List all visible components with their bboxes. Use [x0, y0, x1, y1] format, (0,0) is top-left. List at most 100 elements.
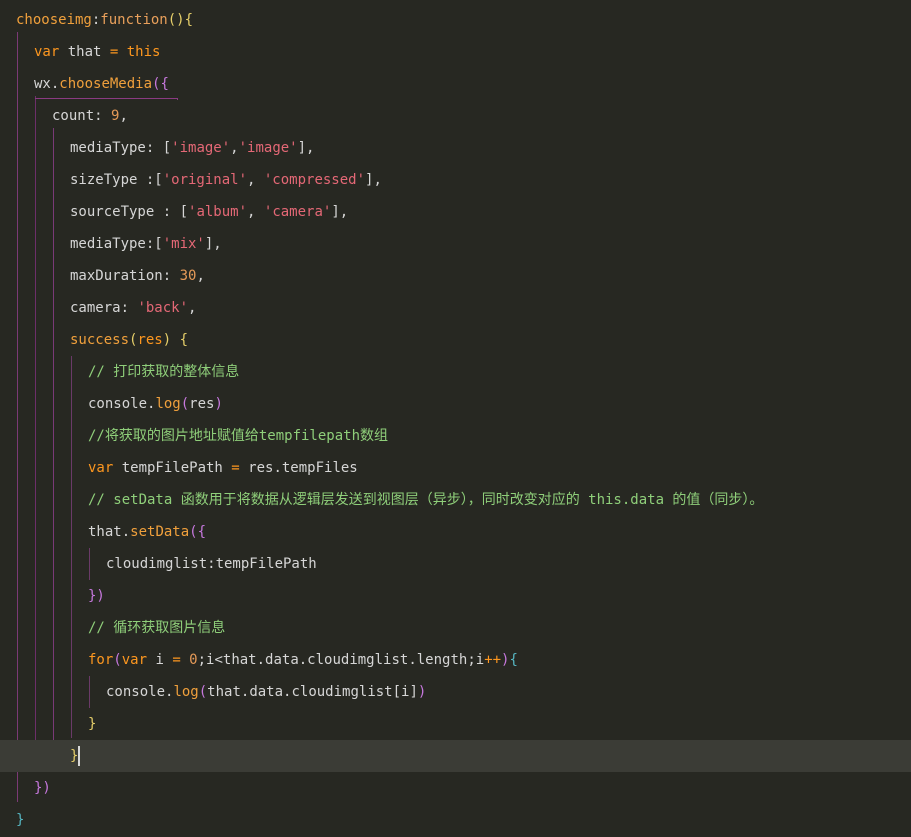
code-token: sizeType :[ — [70, 172, 163, 188]
code-token: res — [137, 332, 163, 348]
code-token: success — [70, 332, 130, 348]
line-code: // 循环获取图片信息 — [88, 612, 225, 644]
code-token: { — [179, 332, 189, 348]
code-line[interactable]: }) — [0, 772, 911, 804]
text-caret — [78, 746, 80, 766]
code-token: = — [231, 460, 249, 476]
code-line[interactable]: mediaType: ['image','image'], — [0, 132, 911, 164]
code-token: chooseimg — [16, 12, 92, 28]
line-code: mediaType:['mix'], — [70, 228, 222, 260]
code-token: camera: — [70, 300, 138, 316]
code-token: ++ — [484, 652, 502, 668]
code-token: count: — [52, 108, 112, 124]
code-line[interactable]: }) — [0, 580, 911, 612]
code-line[interactable]: wx.chooseMedia({ — [0, 68, 911, 100]
line-code: wx.chooseMedia({ — [34, 68, 169, 100]
code-token: } — [16, 812, 25, 828]
code-token: // setData 函数用于将数据从逻辑层发送到视图层（异步），同时改变对应的… — [88, 492, 764, 508]
line-code: var tempFilePath = res.tempFiles — [88, 452, 358, 484]
code-token: that. — [88, 524, 131, 540]
code-token: 'mix' — [162, 236, 205, 252]
line-code: var that = this — [34, 36, 160, 68]
code-line[interactable]: console.log(that.data.cloudimglist[i]) — [0, 676, 911, 708]
line-code: cloudimglist:tempFilePath — [106, 548, 317, 580]
line-code: maxDuration: 30, — [70, 260, 205, 292]
code-line[interactable]: // setData 函数用于将数据从逻辑层发送到视图层（异步），同时改变对应的… — [0, 484, 911, 516]
code-token: }) — [88, 588, 105, 604]
code-token: ( — [198, 684, 208, 700]
line-code: camera: 'back', — [70, 292, 196, 324]
code-token: { — [184, 12, 194, 28]
code-token: , — [196, 268, 205, 284]
code-token: ], — [365, 172, 382, 188]
code-token: 'image' — [171, 140, 231, 156]
code-line[interactable]: success(res) { — [0, 324, 911, 356]
code-line[interactable]: sizeType :['original', 'compressed'], — [0, 164, 911, 196]
code-token: , — [230, 140, 239, 156]
code-token: , — [247, 172, 264, 188]
code-token: ) — [417, 684, 427, 700]
code-token: // 循环获取图片信息 — [88, 620, 226, 636]
code-token: = — [109, 44, 127, 60]
code-line[interactable]: camera: 'back', — [0, 292, 911, 324]
code-line[interactable]: chooseimg:function(){ — [0, 4, 911, 36]
code-line[interactable]: sourceType : ['album', 'camera'], — [0, 196, 911, 228]
code-token: mediaType: [ — [70, 140, 172, 156]
code-line[interactable]: } — [0, 804, 911, 836]
code-token: ;i<that.data.cloudimglist.length;i — [197, 652, 485, 668]
code-token: ], — [204, 236, 222, 252]
code-token: , — [188, 300, 197, 316]
code-token: mediaType:[ — [70, 236, 163, 252]
code-token: console. — [88, 396, 156, 412]
line-code: for(var i = 0;i<that.data.cloudimglist.l… — [88, 644, 518, 676]
line-code: console.log(res) — [88, 388, 223, 420]
code-token: 'compressed' — [263, 172, 366, 188]
code-token: this — [126, 44, 161, 60]
line-code: } — [88, 708, 96, 740]
code-line-active[interactable]: } — [0, 740, 911, 772]
code-token: maxDuration: — [70, 268, 180, 284]
code-token: ( — [113, 652, 122, 668]
code-line[interactable]: maxDuration: 30, — [0, 260, 911, 292]
line-code: sizeType :['original', 'compressed'], — [70, 164, 382, 196]
code-line[interactable]: //将获取的图片地址赋值给tempfilepath数组 — [0, 420, 911, 452]
code-line[interactable]: for(var i = 0;i<that.data.cloudimglist.l… — [0, 644, 911, 676]
code-token: i — [155, 652, 173, 668]
code-editor[interactable]: chooseimg:function(){ var that = this wx… — [0, 0, 911, 837]
code-token: res — [189, 396, 215, 412]
line-code: }) — [88, 580, 105, 612]
code-line[interactable]: } — [0, 708, 911, 740]
line-code: }) — [34, 772, 51, 804]
line-code: console.log(that.data.cloudimglist[i]) — [106, 676, 426, 708]
code-token: , — [119, 108, 128, 124]
code-token: tempFilePath — [121, 460, 232, 476]
code-token: ) — [214, 396, 223, 412]
line-code: that.setData({ — [88, 516, 206, 548]
line-code: success(res) { — [70, 324, 188, 356]
code-token: ({ — [189, 524, 207, 540]
code-token: ) — [162, 332, 180, 348]
code-token: ], — [331, 204, 349, 220]
code-token: () — [167, 12, 185, 28]
code-line[interactable]: // 循环获取图片信息 — [0, 612, 911, 644]
line-code: chooseimg:function(){ — [16, 4, 193, 36]
code-token: 'album' — [188, 204, 248, 220]
code-line[interactable]: var tempFilePath = res.tempFiles — [0, 452, 911, 484]
line-code: // 打印获取的整体信息 — [88, 356, 239, 388]
code-line[interactable]: cloudimglist:tempFilePath — [0, 548, 911, 580]
code-token: //将获取的图片地址赋值给tempfilepath数组 — [88, 428, 389, 444]
code-line[interactable]: console.log(res) — [0, 388, 911, 420]
code-token: var — [121, 652, 156, 668]
code-line[interactable]: that.setData({ — [0, 516, 911, 548]
code-token: , — [247, 204, 264, 220]
code-token: setData — [130, 524, 190, 540]
code-token: sourceType : [ — [70, 204, 189, 220]
code-line[interactable]: // 打印获取的整体信息 — [0, 356, 911, 388]
code-token: cloudimglist:tempFilePath — [106, 556, 317, 572]
code-token: that.data.cloudimglist[i] — [207, 684, 418, 700]
code-line[interactable]: mediaType:['mix'], — [0, 228, 911, 260]
code-line[interactable]: var that = this — [0, 36, 911, 68]
code-token: = — [172, 652, 190, 668]
code-token: 'original' — [162, 172, 248, 188]
code-line[interactable]: count: 9, — [0, 100, 911, 132]
